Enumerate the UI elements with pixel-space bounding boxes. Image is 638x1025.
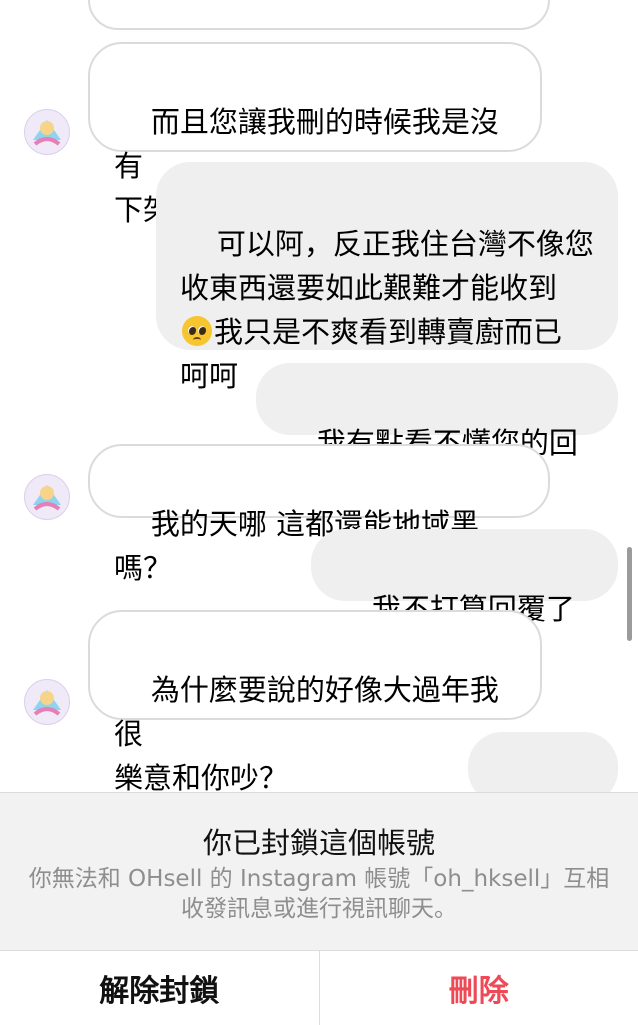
message-thread[interactable]: 而且您讓我刪的時候我是沒有 下架？ 可以阿，反正我住台灣不像您 收東西還要如此艱… xyxy=(0,0,638,792)
message-bubble-incoming[interactable]: 為什麼要說的好像大過年我很 樂意和你吵？ xyxy=(88,610,542,720)
scrollbar[interactable] xyxy=(627,547,632,641)
avatar-illustration-icon xyxy=(25,680,69,724)
message-bubble-incoming[interactable]: 我的天哪 這都還能地域黑嗎？ xyxy=(88,444,550,518)
unblock-button[interactable]: 解除封鎖 xyxy=(0,951,319,1025)
avatar-illustration-icon xyxy=(25,475,69,519)
message-bubble-outgoing[interactable]: 我有點看不懂您的回話 xyxy=(256,363,618,435)
blocked-description: 你無法和 OHsell 的 Instagram 帳號「oh_hksell」互相收… xyxy=(24,864,614,924)
message-text: 可以阿，反正我住台灣不像您 收東西還要如此艱難才能收到 xyxy=(180,227,594,305)
avatar[interactable] xyxy=(24,474,70,520)
avatar-illustration-icon xyxy=(25,110,69,154)
message-bubble-outgoing[interactable]: 我不打算回覆了 xyxy=(311,529,618,601)
action-bar: 解除封鎖 刪除 xyxy=(0,950,638,1025)
message-text: 為什麼要說的好像大過年我很 樂意和你吵？ xyxy=(114,673,499,792)
pleading-face-icon xyxy=(182,316,212,346)
message-bubble-partial xyxy=(88,0,550,30)
message-bubble-incoming[interactable]: 而且您讓我刪的時候我是沒有 下架？ xyxy=(88,42,542,152)
avatar[interactable] xyxy=(24,679,70,725)
delete-button[interactable]: 刪除 xyxy=(319,951,638,1025)
message-bubble-outgoing[interactable]: 咩噗 xyxy=(468,732,618,792)
avatar[interactable] xyxy=(24,109,70,155)
message-bubble-outgoing[interactable]: 可以阿，反正我住台灣不像您 收東西還要如此艱難才能收到 我只是不爽看到轉賣廚而已… xyxy=(156,162,618,350)
blocked-title: 你已封鎖這個帳號 xyxy=(0,820,638,862)
